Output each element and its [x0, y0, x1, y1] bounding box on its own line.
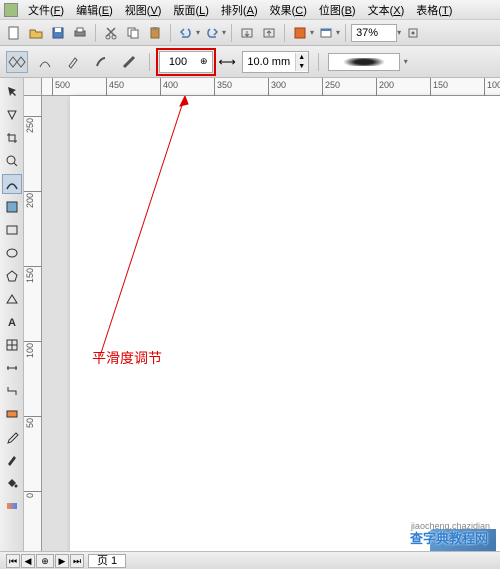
dimension-up[interactable]: ▲: [296, 53, 308, 62]
calligraphy-icon[interactable]: [118, 51, 140, 73]
page-tab[interactable]: 页 1: [88, 554, 126, 568]
redo-dropdown[interactable]: ▾: [222, 28, 226, 37]
copy-button[interactable]: [123, 23, 143, 43]
app-launcher-button[interactable]: [290, 23, 310, 43]
save-button[interactable]: [48, 23, 68, 43]
menu-file[interactable]: 文件(F): [22, 0, 70, 20]
menu-edit[interactable]: 编辑(E): [70, 0, 119, 20]
welcome-dropdown[interactable]: ▾: [336, 28, 340, 37]
polygon-tool[interactable]: [2, 266, 22, 286]
page-last-button[interactable]: ⏭: [70, 554, 84, 568]
eyedropper-tool[interactable]: [2, 427, 22, 447]
pick-tool[interactable]: [2, 82, 22, 102]
app-icon: [4, 3, 18, 17]
fill-tool[interactable]: [2, 473, 22, 493]
options-bar: ⊕ ⟷ ▲▼ ▾: [0, 46, 500, 78]
app-launcher-dropdown[interactable]: ▾: [310, 28, 314, 37]
toolbox: A: [0, 78, 24, 551]
status-bar: ⏮ ◀ ⊕ ▶ ⏭ 页 1: [0, 551, 500, 569]
smoothness-slider-icon[interactable]: ⊕: [196, 56, 212, 67]
crop-tool[interactable]: [2, 128, 22, 148]
page-prev-button[interactable]: ◀: [21, 554, 35, 568]
zoom-tool[interactable]: [2, 151, 22, 171]
welcome-button[interactable]: [316, 23, 336, 43]
undo-dropdown[interactable]: ▾: [196, 28, 200, 37]
page[interactable]: 平滑度调节: [70, 96, 500, 551]
smoothness-spinner[interactable]: ⊕: [159, 51, 213, 73]
print-button[interactable]: [70, 23, 90, 43]
dimension-icon: ⟷: [219, 55, 236, 69]
watermark: 查字典教程网: [410, 528, 488, 547]
export-button[interactable]: [259, 23, 279, 43]
new-button[interactable]: [4, 23, 24, 43]
menu-layout[interactable]: 版面(L): [167, 0, 214, 20]
connector-tool[interactable]: [2, 381, 22, 401]
workspace: A 500450400350300250200150100 2502001501…: [0, 78, 500, 551]
paste-button[interactable]: [145, 23, 165, 43]
pen-icon[interactable]: [62, 51, 84, 73]
ruler-corner: [24, 78, 42, 96]
annotation-text: 平滑度调节: [92, 348, 162, 368]
dimension-input[interactable]: [243, 54, 295, 70]
zoom-input[interactable]: [351, 24, 397, 42]
dimension-tool[interactable]: [2, 358, 22, 378]
svg-text:A: A: [8, 317, 16, 329]
annotation-arrow: [70, 96, 500, 551]
smart-fill-tool[interactable]: [2, 197, 22, 217]
shape-tool[interactable]: [2, 105, 22, 125]
ellipse-tool[interactable]: [2, 243, 22, 263]
brush-preview[interactable]: [328, 53, 400, 71]
ruler-horizontal: 500450400350300250200150100: [42, 78, 500, 96]
table-tool[interactable]: [2, 335, 22, 355]
import-button[interactable]: [237, 23, 257, 43]
snap-button[interactable]: [403, 23, 423, 43]
undo-button[interactable]: [176, 23, 196, 43]
interactive-tool[interactable]: [2, 404, 22, 424]
text-tool[interactable]: A: [2, 312, 22, 332]
dimension-down[interactable]: ▼: [296, 62, 308, 71]
interactive-fill-tool[interactable]: [2, 496, 22, 516]
menu-table[interactable]: 表格(T): [410, 0, 458, 20]
page-next-button[interactable]: ▶: [55, 554, 69, 568]
redo-button[interactable]: [202, 23, 222, 43]
cut-button[interactable]: [101, 23, 121, 43]
rectangle-tool[interactable]: [2, 220, 22, 240]
menu-bar: 文件(F) 编辑(E) 视图(V) 版面(L) 排列(A) 效果(C) 位图(B…: [0, 0, 500, 20]
basic-shapes-tool[interactable]: [2, 289, 22, 309]
page-first-button[interactable]: ⏮: [6, 554, 20, 568]
menu-effects[interactable]: 效果(C): [264, 0, 313, 20]
dimension-label: ⟷: [219, 55, 236, 69]
ruler-vertical: 250200150100500: [24, 96, 42, 551]
page-add-button[interactable]: ⊕: [36, 554, 54, 568]
menu-arrange[interactable]: 排列(A): [215, 0, 264, 20]
menu-text[interactable]: 文本(X): [362, 0, 411, 20]
brush-icon[interactable]: [90, 51, 112, 73]
canvas-area[interactable]: 500450400350300250200150100 250200150100…: [24, 78, 500, 551]
menu-view[interactable]: 视图(V): [119, 0, 168, 20]
freehand-tool[interactable]: [2, 174, 22, 194]
open-button[interactable]: [26, 23, 46, 43]
freehand-icon[interactable]: [34, 51, 56, 73]
smoothness-input[interactable]: [160, 54, 196, 70]
outline-tool[interactable]: [2, 450, 22, 470]
main-toolbar: ▾ ▾ ▾ ▾ ▾: [0, 20, 500, 46]
zoom-dropdown[interactable]: ▾: [397, 28, 401, 37]
brush-preview-dropdown[interactable]: ▾: [404, 57, 408, 66]
dimension-spinner[interactable]: ▲▼: [242, 51, 309, 73]
preset-icon[interactable]: [6, 51, 28, 73]
menu-bitmap[interactable]: 位图(B): [313, 0, 362, 20]
